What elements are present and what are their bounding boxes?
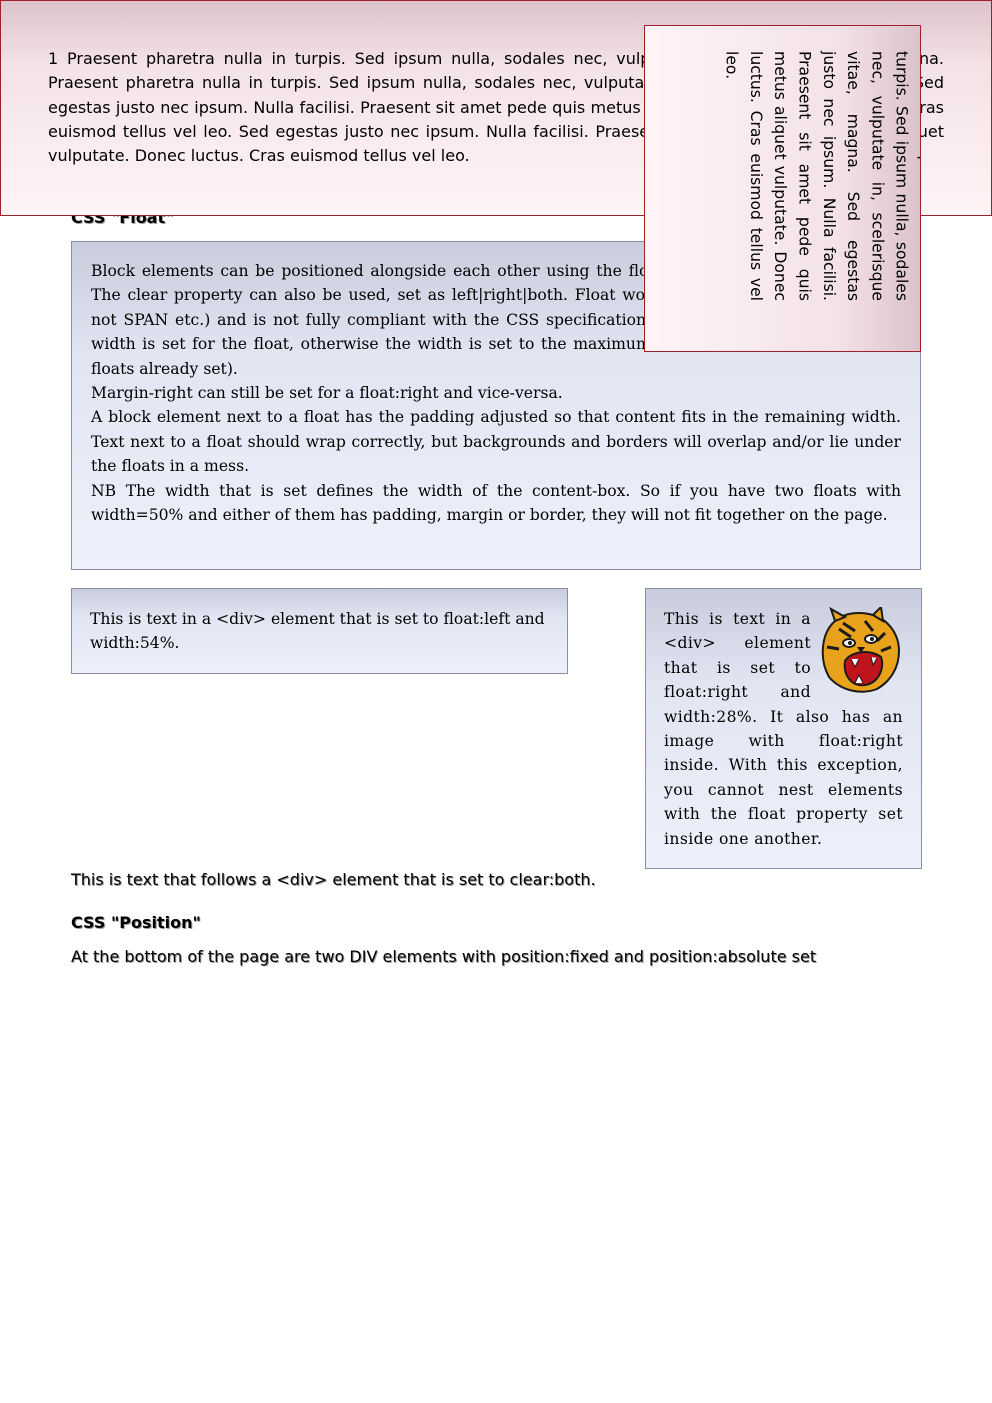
tiger-head-icon [821, 607, 901, 693]
float-left-text: This is text in a <div> element that is … [90, 610, 545, 653]
position-description: At the bottom of the page are two DIV el… [71, 947, 817, 966]
absolute-box-text: 2 Praesent pharetra nulla in turpis. Sed… [722, 51, 921, 301]
clear-both-text: This is text that follows a <div> elemen… [71, 870, 596, 889]
float-paragraph: Margin-right can still be set for a floa… [91, 384, 563, 403]
float-right-block: This is text in a <div> element that is … [645, 588, 922, 869]
float-paragraph: NB The width that is set defines the wid… [91, 481, 901, 525]
absolute-position-box: 2 Praesent pharetra nulla in turpis. Sed… [644, 25, 921, 352]
css-position-heading: CSS "Position" [71, 913, 201, 932]
float-left-block: This is text in a <div> element that is … [71, 588, 568, 674]
float-paragraph: A block element next to a float has the … [91, 408, 901, 476]
